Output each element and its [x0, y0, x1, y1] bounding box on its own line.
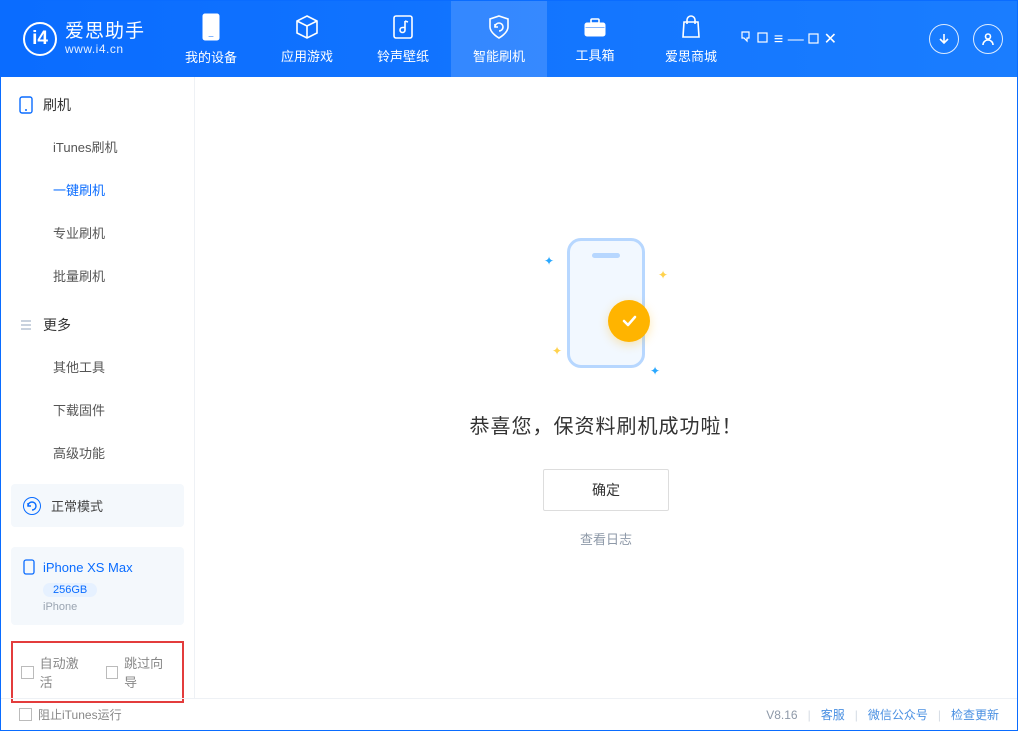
version-label: V8.16 [766, 708, 797, 722]
sidebar-item-advanced[interactable]: 高级功能 [1, 431, 194, 474]
nav-label: 我的设备 [185, 47, 237, 66]
feedback-icon[interactable] [739, 31, 752, 48]
mode-card[interactable]: 正常模式 [11, 484, 184, 527]
checkbox-box [19, 708, 32, 721]
nav-label: 应用游戏 [281, 46, 333, 65]
block-itunes-checkbox[interactable]: 阻止iTunes运行 [19, 706, 122, 723]
status-link-update[interactable]: 检查更新 [951, 706, 999, 723]
phone-icon [200, 13, 222, 41]
status-link-support[interactable]: 客服 [821, 706, 845, 723]
sidebar-group-more: 更多 [1, 297, 194, 345]
app-name: 爱思助手 [65, 22, 145, 43]
menu-icon[interactable]: ≡ [774, 31, 783, 48]
nav-smart-flash[interactable]: 智能刷机 [451, 1, 547, 77]
nav-label: 铃声壁纸 [377, 46, 429, 65]
group-title-label: 刷机 [43, 95, 71, 115]
sidebar-item-other-tools[interactable]: 其他工具 [1, 345, 194, 388]
sidebar-item-batch-flash[interactable]: 批量刷机 [1, 254, 194, 297]
refresh-icon [23, 497, 41, 515]
success-illustration: ✦ ✦ ✦ ✦ [516, 228, 696, 388]
maximize-icon[interactable] [808, 31, 819, 48]
ok-button[interactable]: 确定 [543, 469, 669, 511]
sidebar-item-download-firmware[interactable]: 下载固件 [1, 388, 194, 431]
nav-ringtones-wallpapers[interactable]: 铃声壁纸 [355, 1, 451, 77]
status-right: V8.16 | 客服 | 微信公众号 | 检查更新 [766, 706, 999, 723]
skin-icon[interactable] [756, 31, 769, 48]
device-name-row: iPhone XS Max [23, 559, 172, 575]
device-name: iPhone XS Max [43, 560, 133, 575]
nav-store[interactable]: 爱思商城 [643, 1, 739, 77]
app-url: www.i4.cn [65, 43, 145, 56]
titlebar: i4 爱思助手 www.i4.cn 我的设备 应用游戏 铃声壁纸 智能刷机 [1, 1, 1017, 77]
shield-refresh-icon [486, 14, 512, 40]
nav-label: 工具箱 [576, 45, 615, 64]
cube-icon [294, 14, 320, 40]
group-title-label: 更多 [43, 315, 71, 335]
sidebar-group-flash: 刷机 [1, 77, 194, 125]
sidebar: 刷机 iTunes刷机 一键刷机 专业刷机 批量刷机 更多 其他工具 下载固件 … [1, 77, 195, 698]
user-button[interactable] [973, 24, 1003, 54]
status-link-wechat[interactable]: 微信公众号 [868, 706, 928, 723]
nav-my-device[interactable]: 我的设备 [163, 1, 259, 77]
sparkle-icon: ✦ [544, 254, 554, 268]
sparkle-icon: ✦ [650, 364, 660, 378]
shopping-bag-icon [679, 14, 703, 40]
nav-label: 智能刷机 [473, 46, 525, 65]
highlighted-options: 自动激活 跳过向导 [11, 641, 184, 703]
logo-icon: i4 [23, 22, 57, 56]
app-window: i4 爱思助手 www.i4.cn 我的设备 应用游戏 铃声壁纸 智能刷机 [0, 0, 1018, 731]
checkbox-box [106, 666, 119, 679]
auto-activate-checkbox[interactable]: 自动激活 [21, 653, 90, 691]
checkbox-label: 阻止iTunes运行 [38, 706, 122, 723]
sidebar-group2-items: 其他工具 下载固件 高级功能 [1, 345, 194, 474]
music-note-icon [391, 14, 415, 40]
sidebar-group1-items: iTunes刷机 一键刷机 专业刷机 批量刷机 [1, 125, 194, 297]
sparkle-icon: ✦ [552, 344, 562, 358]
device-card[interactable]: iPhone XS Max 256GB iPhone [11, 547, 184, 625]
close-icon[interactable]: ✕ [824, 31, 837, 48]
main-nav: 我的设备 应用游戏 铃声壁纸 智能刷机 工具箱 爱思商城 [163, 1, 739, 77]
status-bar: 阻止iTunes运行 V8.16 | 客服 | 微信公众号 | 检查更新 [1, 698, 1017, 730]
sparkle-icon: ✦ [658, 268, 668, 282]
check-badge-icon [608, 300, 650, 342]
body: 刷机 iTunes刷机 一键刷机 专业刷机 批量刷机 更多 其他工具 下载固件 … [1, 77, 1017, 698]
view-log-link[interactable]: 查看日志 [580, 529, 632, 548]
device-type: iPhone [43, 601, 172, 613]
checkbox-box [21, 666, 34, 679]
nav-toolbox[interactable]: 工具箱 [547, 1, 643, 77]
minimize-icon[interactable]: — [788, 31, 804, 48]
capacity-badge: 256GB [43, 583, 97, 597]
sidebar-item-itunes-flash[interactable]: iTunes刷机 [1, 125, 194, 168]
logo-text: 爱思助手 www.i4.cn [65, 22, 145, 56]
skip-wizard-checkbox[interactable]: 跳过向导 [106, 653, 175, 691]
device-icon [23, 559, 35, 575]
phone-outline-icon [19, 96, 33, 114]
mode-label: 正常模式 [51, 496, 103, 515]
nav-label: 爱思商城 [665, 46, 717, 65]
success-title: 恭喜您，保资料刷机成功啦！ [470, 410, 743, 439]
checkbox-label: 自动激活 [40, 653, 90, 691]
list-icon [19, 318, 33, 332]
checkbox-label: 跳过向导 [124, 653, 174, 691]
download-button[interactable] [929, 24, 959, 54]
window-controls: ≡ — ✕ [739, 29, 837, 49]
header-right [929, 24, 1017, 54]
sidebar-item-oneclick-flash[interactable]: 一键刷机 [1, 168, 194, 211]
nav-apps-games[interactable]: 应用游戏 [259, 1, 355, 77]
sidebar-item-pro-flash[interactable]: 专业刷机 [1, 211, 194, 254]
logo-block: i4 爱思助手 www.i4.cn [1, 22, 163, 56]
toolbox-icon [582, 15, 608, 39]
main-content: ✦ ✦ ✦ ✦ 恭喜您，保资料刷机成功啦！ 确定 查看日志 [195, 77, 1017, 698]
